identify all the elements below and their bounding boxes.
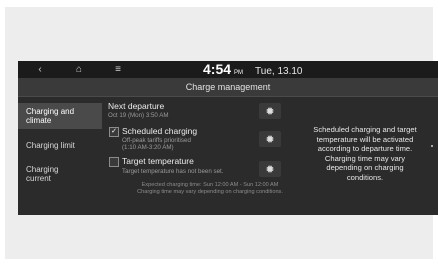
clock-ampm: PM bbox=[234, 70, 244, 76]
clock-time: 4:54 bbox=[203, 61, 232, 77]
menu-icon[interactable]: ≡ bbox=[110, 61, 126, 78]
sidebar: Charging and climate Charging limit Char… bbox=[18, 97, 102, 215]
scheduled-charging-title: Scheduled charging bbox=[122, 126, 198, 136]
status-bar: ‹ ⌂ ≡ 4:54 PM Tue, 13.10 bbox=[18, 61, 438, 78]
info-text-line: conditions. bbox=[346, 172, 384, 182]
page-title: Charge management bbox=[18, 78, 438, 97]
target-temperature-title: Target temperature bbox=[122, 156, 194, 166]
target-temperature-sub: Target temperature has not been set. bbox=[122, 168, 224, 175]
scroll-indicator bbox=[431, 145, 433, 147]
clock: 4:54 PM Tue, 13.10 bbox=[203, 61, 302, 78]
infotainment-screen: ‹ ⌂ ≡ 4:54 PM Tue, 13.10 Charge manageme… bbox=[18, 61, 438, 215]
info-text-line: Charging time may vary bbox=[324, 153, 406, 163]
next-departure-title: Next departure bbox=[108, 101, 165, 111]
info-text-line: depending on charging bbox=[326, 163, 404, 172]
sidebar-item-label: current bbox=[26, 174, 51, 183]
scheduled-charging-checkbox[interactable]: ✓ bbox=[109, 127, 119, 137]
info-text-line: Scheduled charging and target bbox=[313, 125, 417, 134]
charge-settings-panel: Next departure Oct 19 (Mon) 3:50 AM ✹ ✓ … bbox=[106, 97, 296, 215]
scheduled-charging-sub: Off-peak tariffs prioritised bbox=[122, 137, 191, 144]
info-panel: Scheduled charging and target temperatur… bbox=[301, 125, 429, 182]
sidebar-item-charging-limit[interactable]: Charging limit bbox=[18, 135, 102, 155]
sidebar-item-label: Charging and bbox=[26, 107, 75, 116]
charging-time-note: Expected charging time: Sun 12:00 AM - S… bbox=[110, 182, 310, 196]
clock-date: Tue, 13.10 bbox=[255, 66, 303, 77]
target-temperature-checkbox[interactable] bbox=[109, 157, 119, 167]
next-departure-settings-icon[interactable]: ✹ bbox=[259, 103, 281, 119]
charging-time-disclaimer: Charging time may vary depending on char… bbox=[137, 189, 283, 195]
sidebar-item-label: Charging bbox=[26, 165, 59, 174]
info-text-line: according to departure time. bbox=[317, 144, 413, 153]
scheduled-charging-settings-icon[interactable]: ✹ bbox=[259, 131, 281, 147]
sidebar-item-charging-and-climate[interactable]: Charging and climate bbox=[18, 103, 102, 129]
next-departure-time: Oct 19 (Mon) 3:50 AM bbox=[108, 112, 169, 119]
sidebar-item-charging-current[interactable]: Charging current bbox=[18, 161, 102, 187]
scheduled-charging-window: (1:10 AM-3:20 AM) bbox=[122, 144, 174, 151]
sidebar-item-label: climate bbox=[26, 116, 52, 125]
expected-charging-time: Expected charging time: Sun 12:00 AM - S… bbox=[141, 182, 279, 188]
back-icon[interactable]: ‹ bbox=[32, 61, 48, 78]
info-text-line: temperature will be activated bbox=[316, 134, 414, 144]
home-icon[interactable]: ⌂ bbox=[71, 61, 87, 78]
target-temperature-settings-icon[interactable]: ✹ bbox=[259, 161, 281, 177]
sidebar-item-label: Charging limit bbox=[26, 141, 75, 150]
